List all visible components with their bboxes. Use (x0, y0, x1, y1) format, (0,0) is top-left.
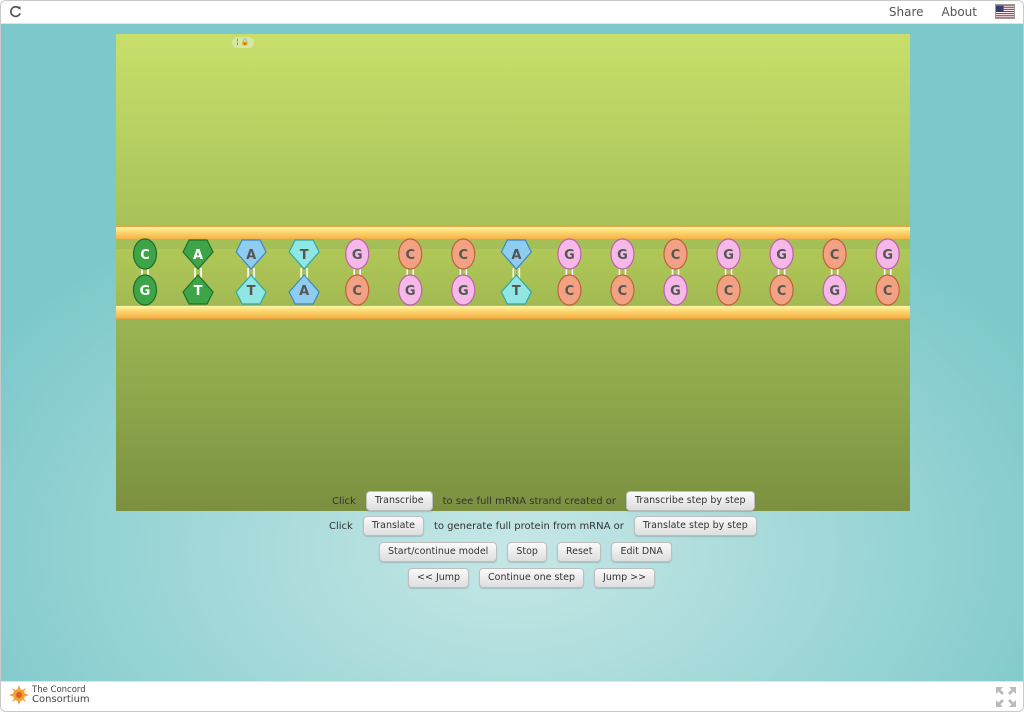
nucleotide-letter: C (618, 284, 628, 299)
reload-icon[interactable] (9, 5, 22, 18)
nucleotide-top-12: G (769, 238, 794, 270)
nucleotide-letter: G (564, 248, 575, 263)
nucleotide-letter: G (723, 248, 734, 263)
concord-logo[interactable]: The Concord Consortium (9, 685, 90, 705)
nucleotide-letter: A (246, 248, 256, 263)
dna-strand: C G A T A T T A G C C G C G A T G C G C C G G C G C C G G C (132, 238, 900, 306)
nucleotide-letter: C (777, 284, 787, 299)
nucleotide-letter: A (299, 284, 309, 299)
logo-line-2: Consortium (32, 694, 90, 705)
transcribe-description: to see full mRNA strand created or (442, 495, 617, 507)
nucleotide-letter: G (670, 284, 681, 299)
nucleotide-bottom-1: T (182, 274, 214, 305)
nucleotide-letter: G (405, 284, 416, 299)
nucleotide-top-13: C (822, 238, 847, 270)
nucleotide-letter: C (883, 284, 893, 299)
nucleotide-top-2: A (235, 239, 267, 270)
us-flag-icon[interactable] (995, 4, 1015, 19)
nucleotide-bottom-0: G (132, 274, 158, 306)
nucleotide-bottom-5: G (398, 274, 423, 306)
nucleotide-letter: G (352, 248, 363, 263)
click-label: Click (332, 495, 356, 507)
nucleotide-letter: G (458, 284, 469, 299)
nucleotide-letter: C (140, 248, 150, 263)
nucleotide-letter: C (724, 284, 734, 299)
nucleotide-bottom-2: T (235, 274, 267, 305)
transcribe-step-button[interactable]: Transcribe step by step (626, 491, 755, 511)
stop-button[interactable]: Stop (507, 542, 547, 562)
translate-step-button[interactable]: Translate step by step (633, 516, 757, 536)
nucleotide-bottom-6: G (451, 274, 476, 306)
nucleotide-bottom-4: C (345, 274, 370, 306)
nucleotide-letter: G (829, 284, 840, 299)
top-bar: Share About (1, 1, 1023, 24)
jump-forward-button[interactable]: Jump >> (594, 568, 656, 588)
nucleotide-letter: C (830, 248, 840, 263)
jump-back-button[interactable]: << Jump (408, 568, 470, 588)
nucleotide-letter: A (511, 248, 521, 263)
dna-model: ¦ 🔒 CGATATTAGCCGCGATGCGCCGGCGCCGGC (116, 34, 910, 511)
nucleotide-letter: C (352, 284, 362, 299)
nucleotide-top-0: C (132, 238, 158, 270)
nucleotide-bottom-13: G (822, 274, 847, 306)
nucleotide-top-1: A (182, 239, 214, 270)
controls-row-model: Start/continue model Stop Reset Edit DNA (379, 542, 672, 562)
nucleotide-bottom-9: C (610, 274, 635, 306)
share-link[interactable]: Share (889, 5, 924, 19)
nucleotide-top-5: C (398, 238, 423, 270)
fullscreen-icon[interactable] (995, 686, 1017, 708)
nucleotide-letter: C (671, 248, 681, 263)
nucleotide-letter: A (193, 248, 203, 263)
nucleotide-letter: G (882, 248, 893, 263)
nucleotide-top-4: G (345, 238, 370, 270)
controls-row-transcribe: Click Transcribe to see full mRNA strand… (332, 491, 755, 511)
nucleotide-letter: T (300, 248, 309, 263)
footer: The Concord Consortium (1, 681, 1023, 711)
nucleotide-letter: C (405, 248, 415, 263)
nucleotide-top-8: G (557, 238, 582, 270)
nucleotide-bottom-7: T (500, 274, 533, 305)
nucleotide-top-6: C (451, 238, 476, 270)
nucleotide-letter: T (512, 284, 521, 299)
continue-one-step-button[interactable]: Continue one step (479, 568, 585, 588)
transcribe-button[interactable]: Transcribe (365, 491, 433, 511)
nucleotide-top-7: A (500, 239, 533, 270)
nucleotide-letter: G (140, 284, 151, 299)
nucleotide-top-11: G (716, 238, 741, 270)
nucleotide-bottom-12: C (769, 274, 794, 306)
nucleotide-top-14: G (875, 238, 900, 270)
click-label: Click (329, 520, 353, 532)
nucleotide-bottom-10: G (663, 274, 688, 306)
nucleotide-letter: G (776, 248, 787, 263)
nucleotide-letter: C (565, 284, 575, 299)
app-frame: Share About ¦ 🔒 CGATATTAGCCGCGATGCGCCGGC… (0, 0, 1024, 712)
nucleotide-bottom-8: C (557, 274, 582, 306)
controls-row-translate: Click Translate to generate full protein… (329, 516, 757, 536)
nucleotide-bottom-11: C (716, 274, 741, 306)
nucleotide-letter: G (617, 248, 628, 263)
controls-row-steps: << Jump Continue one step Jump >> (408, 568, 656, 588)
translate-button[interactable]: Translate (362, 516, 424, 536)
nucleotide-bottom-14: C (875, 274, 900, 306)
top-nav: Share About (889, 4, 1015, 19)
concord-sun-icon (9, 685, 29, 705)
about-link[interactable]: About (942, 5, 977, 19)
start-continue-button[interactable]: Start/continue model (379, 542, 498, 562)
nucleotide-bottom-3: A (288, 274, 320, 305)
nucleotide-top-3: T (288, 239, 320, 270)
nucleotide-top-9: G (610, 238, 635, 270)
nucleotide-letter: T (194, 284, 203, 299)
nucleotide-letter: T (247, 284, 256, 299)
translate-description: to generate full protein from mRNA or (433, 520, 624, 532)
edit-dna-button[interactable]: Edit DNA (611, 542, 672, 562)
nucleotide-top-10: C (663, 238, 688, 270)
nucleotide-letter: C (459, 248, 469, 263)
reset-button[interactable]: Reset (556, 542, 602, 562)
